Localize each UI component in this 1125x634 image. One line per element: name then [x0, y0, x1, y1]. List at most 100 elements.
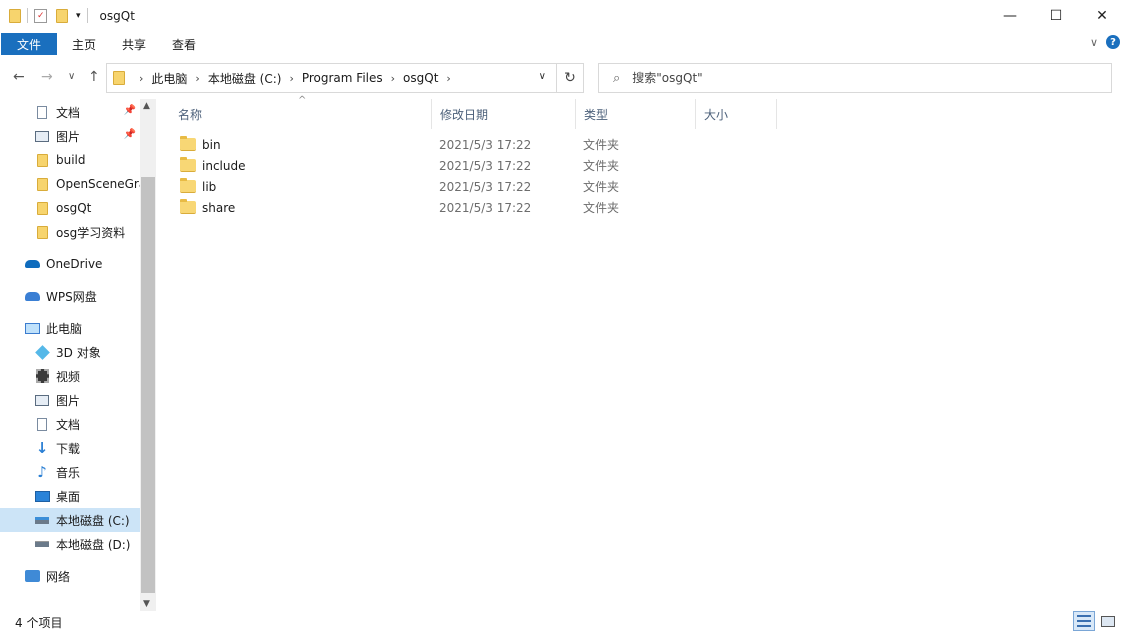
sidebar-item-osg-study[interactable]: osg学习资料 — [34, 220, 140, 244]
network-icon — [24, 568, 40, 584]
sidebar-item-downloads[interactable]: ↓ 下载 — [34, 436, 140, 460]
scrollbar-thumb[interactable] — [141, 177, 155, 593]
new-folder-icon[interactable] — [56, 8, 68, 23]
details-view-button[interactable] — [1073, 611, 1095, 631]
column-header-size[interactable]: 大小 — [696, 99, 777, 129]
maximize-button[interactable]: ☐ — [1033, 0, 1079, 31]
large-icons-view-icon — [1101, 615, 1115, 627]
pictures-icon — [34, 128, 50, 144]
sidebar-item-drive-d[interactable]: 本地磁盘 (D:) — [34, 532, 140, 556]
wps-cloud-icon — [24, 288, 40, 304]
sidebar-item-label: 文档 — [56, 417, 81, 432]
large-icons-view-button[interactable] — [1097, 611, 1119, 631]
recent-locations-button[interactable]: ∨ — [68, 71, 75, 82]
sidebar-item-label: WPS网盘 — [46, 289, 97, 304]
table-row[interactable]: bin 2021/5/3 17:22 文件夹 — [178, 134, 648, 155]
sidebar-item-documents-pinned[interactable]: 文档 📌 — [34, 100, 140, 124]
refresh-button[interactable]: ↻ — [557, 63, 584, 93]
search-box[interactable]: ⌕ — [598, 63, 1112, 93]
address-bar[interactable]: › 此电脑 › 本地磁盘 (C:) › Program Files › osgQ… — [106, 63, 557, 93]
tab-file[interactable]: 文件 — [1, 33, 57, 55]
breadcrumb: › 此电脑 › 本地磁盘 (C:) › Program Files › osgQ… — [107, 64, 459, 92]
tab-view[interactable]: 查看 — [159, 33, 209, 55]
table-row[interactable]: share 2021/5/3 17:22 文件夹 — [178, 197, 648, 218]
3d-objects-icon — [34, 344, 50, 360]
folder-icon — [113, 71, 125, 85]
sidebar-item-wps-cloud[interactable]: WPS网盘 — [24, 284, 140, 308]
breadcrumb-this-pc[interactable]: 此电脑 — [151, 70, 187, 87]
properties-icon[interactable]: ✓ — [34, 8, 47, 23]
sidebar-item-label: 视频 — [56, 369, 81, 384]
document-icon — [34, 416, 50, 432]
chevron-right-icon[interactable]: › — [289, 72, 293, 85]
chevron-right-icon[interactable]: › — [446, 72, 450, 85]
chevron-right-icon[interactable]: › — [139, 72, 143, 85]
sidebar-item-pictures-pinned[interactable]: 图片 📌 — [34, 124, 140, 148]
sidebar-item-label: 网络 — [46, 569, 71, 584]
file-name: share — [202, 200, 236, 215]
search-input[interactable] — [632, 71, 1073, 85]
breadcrumb-osgqt[interactable]: osgQt — [403, 71, 438, 85]
scroll-down-icon[interactable]: ▼ — [143, 599, 150, 609]
navigation-bar: ← → ∨ ↑ › 此电脑 › 本地磁盘 (C:) › Program File… — [0, 57, 1125, 99]
file-name-cell: lib — [178, 178, 439, 194]
file-type: 文件夹 — [583, 180, 620, 194]
chevron-right-icon[interactable]: › — [195, 72, 199, 85]
sidebar-item-videos[interactable]: 视频 — [34, 364, 140, 388]
sidebar-item-label: 下载 — [56, 441, 81, 456]
toolbar-separator — [86, 8, 88, 23]
computer-icon — [24, 320, 40, 336]
column-header-name[interactable]: 名称 — [170, 99, 432, 129]
sidebar-item-3d-objects[interactable]: 3D 对象 — [34, 340, 140, 364]
breadcrumb-program-files[interactable]: Program Files — [302, 71, 383, 85]
address-dropdown-button[interactable]: ∨ — [539, 71, 546, 82]
sidebar-item-onedrive[interactable]: OneDrive — [24, 252, 140, 276]
column-header-type[interactable]: 类型 — [576, 99, 696, 129]
sidebar-item-label: OpenSceneGraph — [56, 177, 140, 191]
sidebar-item-pictures[interactable]: 图片 — [34, 388, 140, 412]
folder-icon — [180, 136, 196, 151]
forward-button[interactable]: → — [41, 69, 53, 85]
sidebar-item-label: build — [56, 153, 86, 167]
sidebar-item-build[interactable]: build — [34, 148, 140, 172]
tab-share[interactable]: 共享 — [109, 33, 159, 55]
sidebar-item-music[interactable]: ♪ 音乐 — [34, 460, 140, 484]
file-date: 2021/5/3 17:22 — [439, 179, 532, 194]
chevron-down-icon[interactable]: ▾ — [76, 11, 81, 21]
sidebar-item-documents[interactable]: 文档 — [34, 412, 140, 436]
file-name: lib — [202, 179, 217, 194]
ribbon-collapse-icon[interactable]: ∨ — [1090, 36, 1098, 49]
table-row[interactable]: lib 2021/5/3 17:22 文件夹 — [178, 176, 648, 197]
item-count: 4 个项目 — [15, 616, 63, 630]
sidebar-scrollbar[interactable]: ▲ ▼ — [140, 99, 156, 611]
file-type: 文件夹 — [583, 201, 620, 215]
sidebar-item-osgqt[interactable]: osgQt — [34, 196, 140, 220]
table-row[interactable]: include 2021/5/3 17:22 文件夹 — [178, 155, 648, 176]
minimize-button[interactable]: — — [987, 0, 1033, 31]
file-type: 文件夹 — [583, 138, 620, 152]
up-button[interactable]: ↑ — [88, 69, 100, 85]
file-name-cell: bin — [178, 136, 439, 152]
sidebar-item-label: 此电脑 — [46, 321, 83, 336]
details-view-icon — [1077, 615, 1091, 627]
folder-icon — [9, 8, 21, 23]
chevron-right-icon[interactable]: › — [391, 72, 395, 85]
file-name: bin — [202, 137, 221, 152]
help-icon[interactable]: ? — [1106, 35, 1120, 49]
back-button[interactable]: ← — [13, 69, 25, 85]
sidebar-item-network[interactable]: 网络 — [24, 564, 140, 588]
window-title: osgQt — [99, 8, 135, 23]
sidebar-item-openscenegraph[interactable]: OpenSceneGraph — [34, 172, 140, 196]
sidebar-item-desktop[interactable]: 桌面 — [34, 484, 140, 508]
tab-home[interactable]: 主页 — [59, 33, 109, 55]
scroll-up-icon[interactable]: ▲ — [143, 101, 150, 111]
ribbon-right-controls: ∨ ? — [1090, 35, 1120, 49]
sidebar-item-this-pc[interactable]: 此电脑 — [24, 316, 140, 340]
sidebar-item-label: 本地磁盘 (C:) — [56, 513, 130, 528]
sidebar-item-label: 本地磁盘 (D:) — [56, 537, 131, 552]
close-button[interactable]: ✕ — [1079, 0, 1125, 31]
column-header-date[interactable]: 修改日期 — [432, 99, 576, 129]
drive-c-icon — [34, 512, 50, 528]
breadcrumb-drive-c[interactable]: 本地磁盘 (C:) — [208, 70, 282, 87]
sidebar-item-drive-c[interactable]: 本地磁盘 (C:) — [0, 508, 140, 532]
